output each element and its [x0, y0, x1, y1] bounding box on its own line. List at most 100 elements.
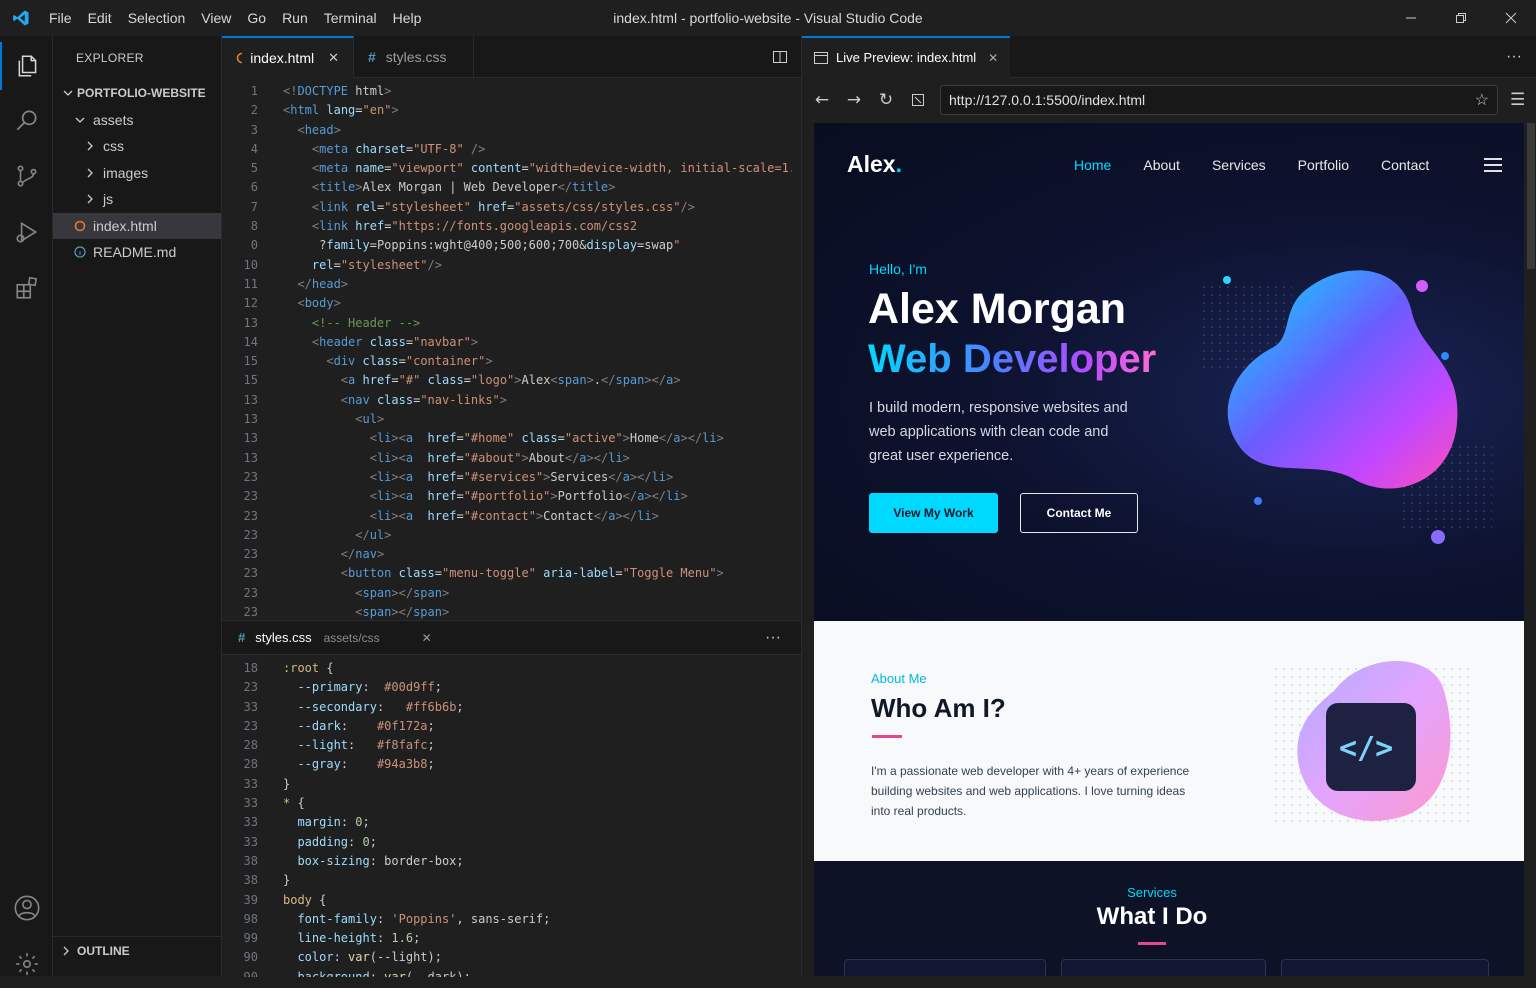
code-line[interactable]: 14 <header class="navbar">: [222, 333, 792, 352]
code-line[interactable]: 13 <!-- Header -->: [222, 314, 792, 333]
code-line[interactable]: 38}: [222, 871, 792, 890]
run-debug-icon[interactable]: [0, 208, 53, 256]
tab-styles-css[interactable]: # styles.css: [354, 36, 474, 78]
code-line[interactable]: 8 <link href="https://fonts.googleapis.c…: [222, 217, 792, 236]
code-line[interactable]: 13 <ul>: [222, 410, 792, 429]
code-line[interactable]: 13 <li><a href="#home" class="active">Ho…: [222, 429, 792, 448]
html-code-editor[interactable]: 1 <!DOCTYPE html> 2 <html lang="en"> 3 <head…: [222, 82, 792, 622]
more-actions-icon[interactable]: ···: [765, 629, 781, 647]
code-line[interactable]: 2 <html lang="en">: [222, 101, 792, 120]
service-card[interactable]: [1061, 959, 1266, 976]
tree-item-index-html[interactable]: index.html: [53, 212, 221, 239]
devtools-icon[interactable]: [902, 93, 934, 107]
tree-item-js[interactable]: js: [53, 186, 221, 213]
code-line[interactable]: 33 padding: 0;: [222, 833, 792, 852]
site-nav-home[interactable]: Home: [1074, 157, 1111, 173]
code-line[interactable]: 13 <li><a href="#about">About</a></li>: [222, 449, 792, 468]
search-icon[interactable]: [0, 96, 53, 144]
code-line[interactable]: 0 ?family=Poppins:wght@400;500;600;700&d…: [222, 236, 792, 255]
extensions-icon[interactable]: [0, 264, 53, 312]
menu-go[interactable]: Go: [240, 10, 273, 26]
site-menu-toggle-icon[interactable]: [1484, 158, 1502, 177]
code-line[interactable]: 28 --light: #f8fafc;: [222, 736, 792, 755]
code-line[interactable]: 98 font-family: 'Poppins', sans-serif;: [222, 910, 792, 929]
close-tab-icon[interactable]: ✕: [988, 51, 998, 65]
close-tab-icon[interactable]: ✕: [422, 631, 432, 645]
site-nav-services[interactable]: Services: [1212, 157, 1266, 173]
menu-run[interactable]: Run: [275, 10, 315, 26]
close-tab-icon[interactable]: ✕: [328, 50, 339, 66]
site-nav-about[interactable]: About: [1143, 157, 1180, 173]
code-line[interactable]: 90 color: var(--light);: [222, 948, 792, 967]
code-line[interactable]: 23 </ul>: [222, 526, 792, 545]
tree-item-images[interactable]: images: [53, 160, 221, 187]
url-bar[interactable]: http://127.0.0.1:5500/index.html ☆: [940, 85, 1498, 115]
account-icon[interactable]: [0, 884, 53, 932]
restore-icon[interactable]: [1436, 0, 1486, 36]
code-line[interactable]: 23 --dark: #0f172a;: [222, 717, 792, 736]
code-line[interactable]: 33}: [222, 775, 792, 794]
preview-scrollbar[interactable]: [1527, 123, 1535, 269]
site-nav-portfolio[interactable]: Portfolio: [1298, 157, 1349, 173]
code-line[interactable]: 33 --secondary: #ff6b6b;: [222, 698, 792, 717]
minimize-icon[interactable]: [1386, 0, 1436, 36]
code-line[interactable]: 39 body {: [222, 891, 792, 910]
menu-help[interactable]: Help: [386, 10, 429, 26]
code-line[interactable]: 5 <meta name="viewport" content="width=d…: [222, 159, 792, 178]
code-line[interactable]: 99 line-height: 1.6;: [222, 929, 792, 948]
code-line[interactable]: 6 <title>Alex Morgan | Web Developer</ti…: [222, 178, 792, 197]
menu-selection[interactable]: Selection: [121, 10, 193, 26]
source-control-icon[interactable]: [0, 152, 53, 200]
code-line[interactable]: 15 <a href="#" class="logo">Alex<span>.<…: [222, 371, 792, 390]
menu-file[interactable]: File: [42, 10, 79, 26]
code-line[interactable]: 18:root {: [222, 659, 792, 678]
forward-arrow-icon[interactable]: →: [838, 90, 870, 110]
site-logo[interactable]: Alex.: [847, 151, 902, 178]
code-line[interactable]: 28 --gray: #94a3b8;: [222, 755, 792, 774]
code-line[interactable]: 7 <link rel="stylesheet" href="assets/cs…: [222, 198, 792, 217]
code-line[interactable]: 13 <nav class="nav-links">: [222, 391, 792, 410]
menu-view[interactable]: View: [194, 10, 238, 26]
back-arrow-icon[interactable]: ←: [806, 90, 838, 110]
code-line[interactable]: 11 </head>: [222, 275, 792, 294]
css-tab-label[interactable]: styles.css: [255, 630, 311, 645]
code-line[interactable]: 3 <head>: [222, 121, 792, 140]
view-my-work-button[interactable]: View My Work: [869, 493, 998, 533]
outline-section[interactable]: OUTLINE: [53, 936, 222, 964]
settings-gear-icon[interactable]: [0, 940, 53, 988]
tab-index-html[interactable]: index.html ✕: [222, 36, 354, 78]
service-card[interactable]: [1281, 959, 1489, 976]
css-code-editor[interactable]: 18:root {23 --primary: #00d9ff; 33 --seco…: [222, 659, 792, 977]
code-line[interactable]: 23 --primary: #00d9ff;: [222, 678, 792, 697]
explorer-icon[interactable]: [0, 42, 53, 90]
code-line[interactable]: 4 <meta charset="UTF-8" />: [222, 140, 792, 159]
code-line[interactable]: 23 </nav>: [222, 545, 792, 564]
hamburger-menu-icon[interactable]: ☰: [1510, 90, 1525, 110]
menu-edit[interactable]: Edit: [81, 10, 119, 26]
project-folder[interactable]: PORTFOLIO-WEBSITE: [53, 80, 221, 107]
close-window-icon[interactable]: [1486, 0, 1536, 36]
service-card[interactable]: [844, 959, 1046, 976]
bookmark-star-icon[interactable]: ☆: [1475, 90, 1489, 110]
code-line[interactable]: 10 rel="stylesheet"/>: [222, 256, 792, 275]
tree-item-readme-md[interactable]: README.md: [53, 239, 221, 266]
code-line[interactable]: 33 margin: 0;: [222, 813, 792, 832]
code-line[interactable]: 23 <span></span>: [222, 584, 792, 603]
reload-icon[interactable]: ↻: [870, 90, 902, 110]
code-line[interactable]: 23 <li><a href="#portfolio">Portfolio</a…: [222, 487, 792, 506]
code-line[interactable]: 23 <li><a href="#contact">Contact</a></l…: [222, 507, 792, 526]
code-line[interactable]: 38 box-sizing: border-box;: [222, 852, 792, 871]
tree-item-assets[interactable]: assets: [53, 107, 221, 134]
code-line[interactable]: 1 <!DOCTYPE html>: [222, 82, 792, 101]
more-actions-icon[interactable]: ···: [1506, 48, 1522, 66]
contact-me-button[interactable]: Contact Me: [1020, 493, 1138, 533]
split-editor-icon[interactable]: [759, 36, 801, 77]
tab-live-preview[interactable]: Live Preview: index.html ✕: [802, 35, 1011, 78]
menu-terminal[interactable]: Terminal: [317, 10, 384, 26]
code-line[interactable]: 15 <div class="container">: [222, 352, 792, 371]
tree-item-css[interactable]: css: [53, 133, 221, 160]
site-nav-contact[interactable]: Contact: [1381, 157, 1429, 173]
code-line[interactable]: 23 <li><a href="#services">Services</a><…: [222, 468, 792, 487]
code-line[interactable]: 33 * {: [222, 794, 792, 813]
code-line[interactable]: 12 <body>: [222, 294, 792, 313]
